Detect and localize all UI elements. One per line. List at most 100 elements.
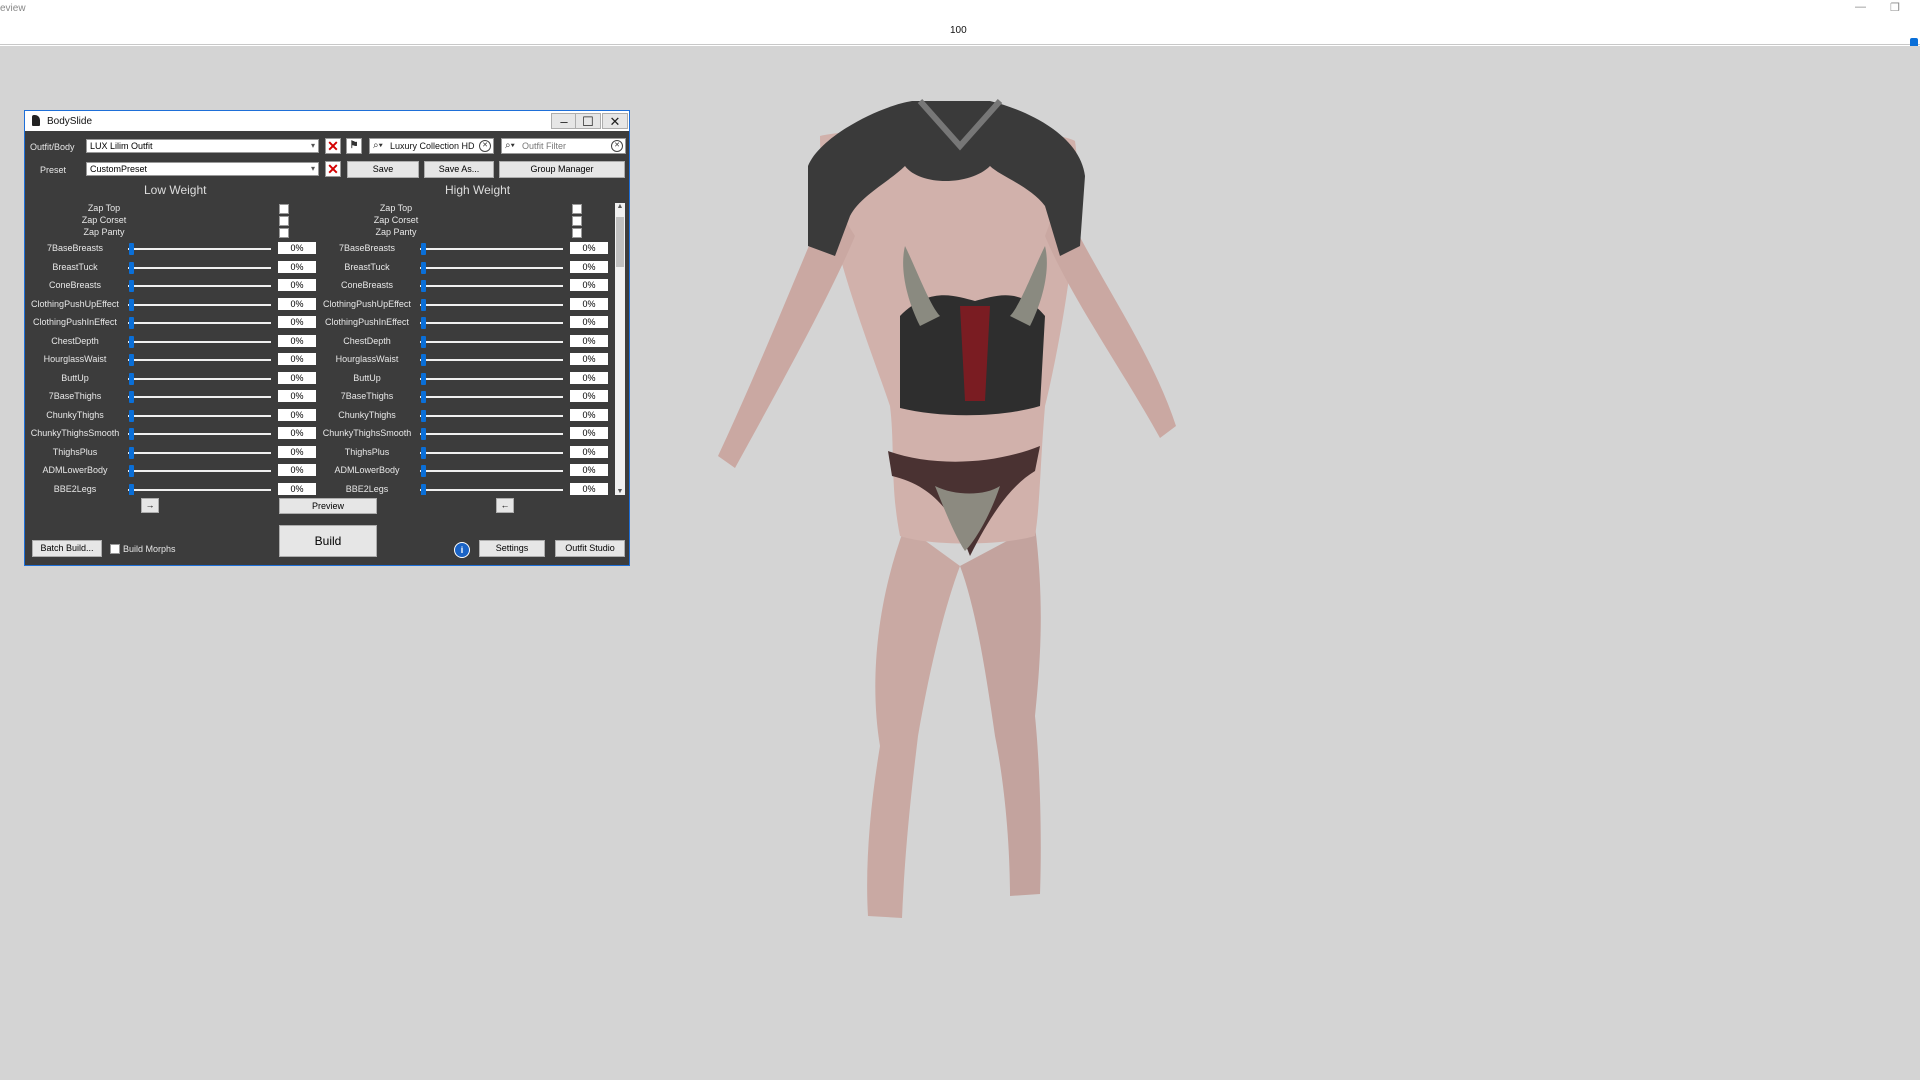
slider-thumb-high[interactable] [421, 243, 426, 255]
slider-value-high[interactable]: 0% [570, 242, 608, 254]
minimize-icon[interactable]: – [551, 113, 577, 129]
group-filter-icon-button[interactable]: ⚑ [346, 138, 362, 154]
slider-track-low[interactable] [128, 340, 271, 343]
slider-track-high[interactable] [420, 433, 563, 435]
slider-track-low[interactable] [128, 488, 271, 491]
slider-track-high[interactable] [420, 451, 563, 454]
minimize-icon[interactable]: — [1855, 1, 1866, 13]
slider-track-low[interactable] [128, 285, 271, 287]
slider-value-low[interactable]: 0% [278, 297, 316, 310]
slider-track-high[interactable] [420, 285, 563, 287]
slider-value-low[interactable]: 0% [278, 445, 316, 458]
batch-build-button[interactable]: Batch Build... [32, 540, 102, 557]
slider-track-high[interactable] [420, 414, 563, 417]
slider-track-high[interactable] [420, 322, 563, 324]
slider-thumb-low[interactable] [129, 465, 134, 477]
slider-track-high[interactable] [420, 359, 563, 361]
slider-value-high[interactable]: 0% [570, 390, 608, 402]
build-morphs-checkbox[interactable] [110, 544, 120, 554]
scrollbar-thumb[interactable] [616, 217, 624, 267]
scroll-down-icon[interactable]: ▼ [615, 488, 625, 495]
slider-thumb-high[interactable] [421, 335, 426, 348]
zap-corset-checkbox-low[interactable] [279, 216, 289, 226]
settings-button[interactable]: Settings [479, 540, 545, 557]
slider-value-high[interactable]: 0% [570, 353, 608, 365]
slider-value-high[interactable]: 0% [570, 464, 608, 476]
delete-preset-button[interactable]: ✕ [325, 161, 341, 177]
scroll-up-icon[interactable]: ▲ [615, 203, 625, 210]
slider-value-high[interactable]: 0% [570, 371, 608, 384]
slider-value-high[interactable]: 0% [570, 408, 608, 421]
slider-track-low[interactable] [128, 433, 271, 435]
group-manager-button[interactable]: Group Manager [499, 161, 625, 178]
copy-to-high-button[interactable]: → [141, 498, 159, 513]
delete-outfit-button[interactable]: ✕ [325, 138, 341, 154]
slider-thumb-high[interactable] [421, 483, 426, 495]
slider-track-high[interactable] [420, 488, 563, 491]
slider-value-low[interactable]: 0% [278, 279, 316, 291]
slider-value-low[interactable]: 0% [278, 408, 316, 421]
slider-value-high[interactable]: 0% [570, 334, 608, 347]
slider-thumb-high[interactable] [421, 261, 426, 274]
outfit-filter-input[interactable]: ⌕▾ Outfit Filter ✕ [501, 138, 626, 154]
slider-thumb-low[interactable] [129, 243, 134, 255]
slider-track-high[interactable] [420, 470, 563, 472]
slider-value-low[interactable]: 0% [278, 316, 316, 328]
slider-value-low[interactable]: 0% [278, 334, 316, 347]
slider-value-low[interactable]: 0% [278, 260, 316, 273]
slider-track-low[interactable] [128, 451, 271, 454]
slider-thumb-high[interactable] [421, 391, 426, 403]
slider-track-high[interactable] [420, 340, 563, 343]
slider-thumb-low[interactable] [129, 483, 134, 495]
slider-value-low[interactable]: 0% [278, 242, 316, 254]
slider-thumb-low[interactable] [129, 335, 134, 348]
slider-track-high[interactable] [420, 377, 563, 380]
preset-select[interactable]: CustomPreset ▾ [86, 162, 319, 176]
slider-track-high[interactable] [420, 248, 563, 250]
slider-thumb-low[interactable] [129, 261, 134, 274]
slider-value-high[interactable]: 0% [570, 482, 608, 495]
slider-value-low[interactable]: 0% [278, 371, 316, 384]
copy-to-low-button[interactable]: ← [496, 498, 514, 513]
clear-icon[interactable]: ✕ [479, 140, 491, 152]
slider-value-high[interactable]: 0% [570, 316, 608, 328]
clear-icon[interactable]: ✕ [611, 140, 623, 152]
slider-track-low[interactable] [128, 470, 271, 472]
slider-value-low[interactable]: 0% [278, 353, 316, 365]
slider-track-low[interactable] [128, 396, 271, 398]
slider-track-low[interactable] [128, 248, 271, 250]
zap-corset-checkbox-high[interactable] [572, 216, 582, 226]
slider-track-low[interactable] [128, 414, 271, 417]
outfit-studio-button[interactable]: Outfit Studio [555, 540, 625, 557]
slider-thumb-high[interactable] [421, 280, 426, 292]
slider-track-low[interactable] [128, 377, 271, 380]
slider-track-low[interactable] [128, 322, 271, 324]
zap-panty-checkbox-low[interactable] [279, 228, 289, 238]
slider-thumb-low[interactable] [129, 372, 134, 385]
slider-thumb-high[interactable] [421, 354, 426, 366]
slider-thumb-low[interactable] [129, 391, 134, 403]
save-as-button[interactable]: Save As... [424, 161, 494, 178]
slider-value-high[interactable]: 0% [570, 260, 608, 273]
slider-thumb-high[interactable] [421, 446, 426, 459]
slider-thumb-low[interactable] [129, 409, 134, 422]
preview-button[interactable]: Preview [279, 498, 377, 514]
slider-track-high[interactable] [420, 266, 563, 269]
slider-thumb-high[interactable] [421, 409, 426, 422]
slider-value-high[interactable]: 0% [570, 445, 608, 458]
build-button[interactable]: Build [279, 525, 377, 557]
slider-value-low[interactable]: 0% [278, 390, 316, 402]
group-filter-input[interactable]: ⌕▾ Luxury Collection HD ✕ [369, 138, 494, 154]
slider-list-scrollbar[interactable]: ▲ ▼ [615, 203, 625, 495]
slider-thumb-low[interactable] [129, 428, 134, 440]
slider-value-high[interactable]: 0% [570, 427, 608, 439]
slider-value-low[interactable]: 0% [278, 464, 316, 476]
outfit-body-select[interactable]: LUX Lilim Outfit ▾ [86, 139, 319, 153]
slider-thumb-low[interactable] [129, 280, 134, 292]
slider-track-low[interactable] [128, 359, 271, 361]
slider-value-high[interactable]: 0% [570, 279, 608, 291]
slider-track-high[interactable] [420, 396, 563, 398]
slider-thumb-low[interactable] [129, 317, 134, 329]
slider-value-low[interactable]: 0% [278, 482, 316, 495]
slider-thumb-low[interactable] [129, 446, 134, 459]
